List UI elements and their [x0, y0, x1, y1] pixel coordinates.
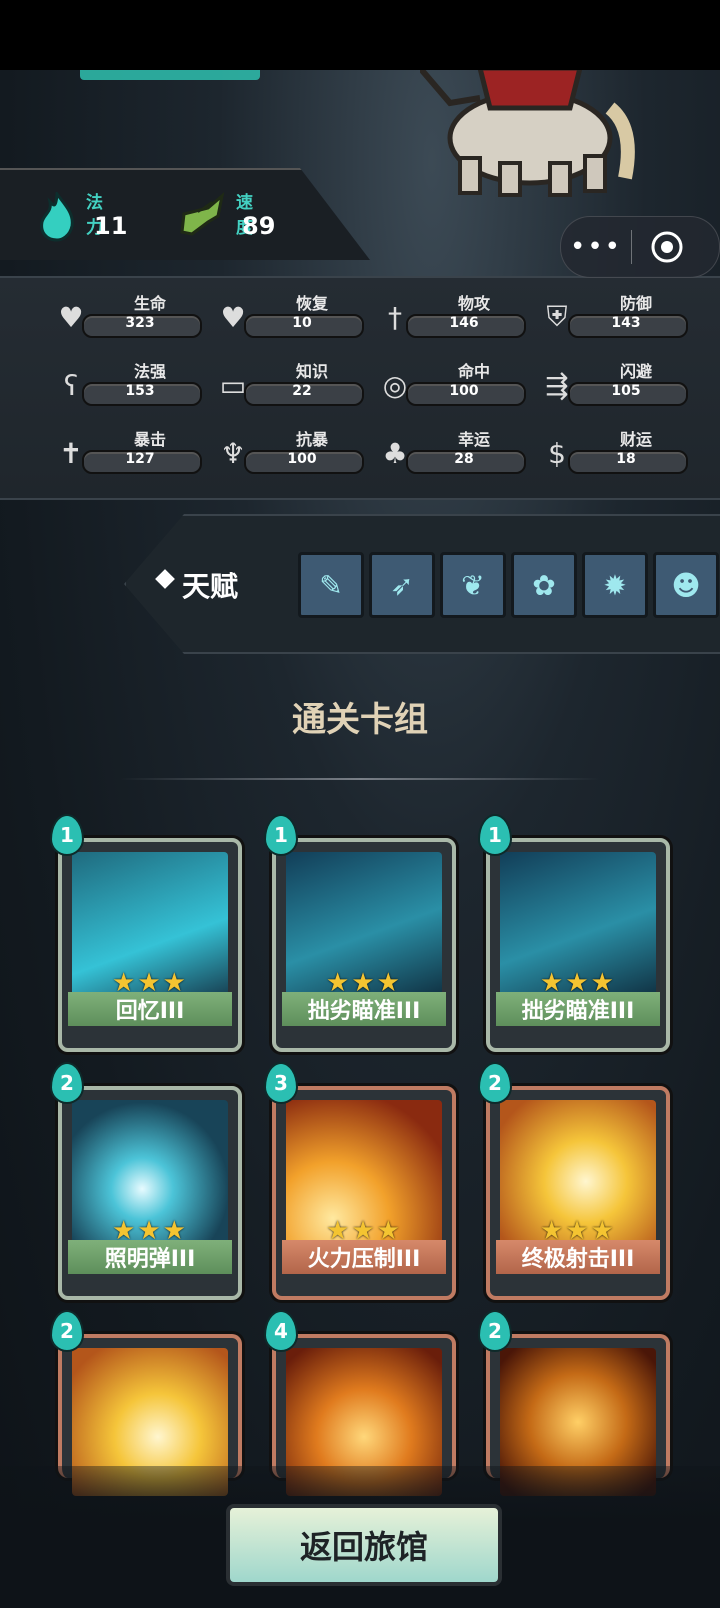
stat-value: 127 — [125, 451, 155, 467]
mana-cost-badge: 1 — [50, 814, 84, 856]
deck-card[interactable] — [486, 1334, 670, 1496]
mana-cost-badge: 2 — [478, 1310, 512, 1352]
stat-label: 命中 — [457, 362, 490, 381]
deck-card[interactable]: ★★★ 回忆III — [58, 838, 242, 1052]
deck-card[interactable]: ★★★ 终极射击III — [486, 1086, 670, 1300]
sprout-icon[interactable]: ✿ — [511, 552, 577, 618]
mana-cost-badge: 3 — [264, 1062, 298, 1104]
stat-label: 恢复 — [295, 294, 328, 313]
deck-title: 通关卡组 — [292, 700, 428, 740]
stat-label: 法强 — [133, 362, 166, 381]
stat-crit-resist: ♆ 抗暴 100 — [212, 426, 364, 476]
deck-card[interactable] — [58, 1334, 242, 1496]
stat-value: 105 — [611, 383, 641, 399]
attribute-stats-band: ♥ 生命 323 ♥ 恢复 10 † 物攻 146 ⛨ 防御 143 ʕ 法强 153 ▭ 知识 22 … — [0, 276, 720, 500]
card-name: 照明弹III — [68, 1240, 232, 1274]
stat-value: 22 — [292, 383, 312, 399]
talent-label: 天赋 — [182, 570, 239, 603]
stat-value: 323 — [125, 315, 155, 331]
target-circle-icon — [651, 231, 683, 263]
stat-hp: ♥ 生命 323 — [50, 290, 202, 340]
stat-luck: ♣ 幸运 28 — [374, 426, 526, 476]
scroll-icon[interactable]: ✎ — [298, 552, 364, 618]
mana-flame-icon — [40, 192, 74, 242]
mount-creature — [420, 68, 635, 197]
game-screen: ••• 法力 11 速度 89 ♥ 生命 323 ♥ 恢复 10 † 物攻 14… — [0, 0, 720, 1608]
stat-value: 100 — [287, 451, 317, 467]
stat-dodge: ⇶ 闪避 105 — [536, 358, 688, 408]
stat-label: 物攻 — [457, 294, 490, 313]
divider — [120, 778, 600, 780]
stat-value: 18 — [616, 451, 636, 467]
close-program-button[interactable] — [632, 230, 702, 264]
card-name: 拙劣瞄准III — [282, 992, 446, 1026]
stat-value: 143 — [611, 315, 641, 331]
spiky-icon[interactable]: ✹ — [582, 552, 648, 618]
return-inn-button[interactable]: 返回旅馆 — [226, 1504, 502, 1586]
deck-card[interactable]: ★★★ 拙劣瞄准III — [272, 838, 456, 1052]
card-name: 回忆III — [68, 992, 232, 1026]
deck-card[interactable]: ★★★ 拙劣瞄准III — [486, 838, 670, 1052]
deck-card[interactable]: ★★★ 照明弹III — [58, 1086, 242, 1300]
speed-value: 89 — [242, 212, 276, 240]
more-options-button[interactable]: ••• — [561, 232, 631, 262]
stat-value: 10 — [292, 315, 312, 331]
stat-value: 100 — [449, 383, 479, 399]
mana-cost-badge: 1 — [478, 814, 512, 856]
stat-knowledge: ▭ 知识 22 — [212, 358, 364, 408]
card-name: 拙劣瞄准III — [496, 992, 660, 1026]
mana-value: 11 — [94, 212, 128, 240]
mana-cost-badge: 2 — [50, 1062, 84, 1104]
branch-icon[interactable]: ❦ — [440, 552, 506, 618]
mini-program-capsule: ••• — [560, 216, 720, 278]
stat-label: 生命 — [133, 294, 166, 313]
stat-crit: ✝ 暴击 127 — [50, 426, 202, 476]
stat-label: 防御 — [619, 294, 652, 313]
stat-label: 财运 — [619, 430, 652, 449]
stat-fortune: $ 财运 18 — [536, 426, 688, 476]
stat-magic: ʕ 法强 153 — [50, 358, 202, 408]
mana-cost-badge: 1 — [264, 814, 298, 856]
stat-value: 146 — [449, 315, 479, 331]
stat-accuracy: ◎ 命中 100 — [374, 358, 526, 408]
stat-regen: ♥ 恢复 10 — [212, 290, 364, 340]
stat-defense: ⛨ 防御 143 — [536, 290, 688, 340]
mana-cost-badge: 2 — [50, 1310, 84, 1352]
stat-label: 抗暴 — [295, 430, 328, 449]
deck-card[interactable] — [272, 1334, 456, 1496]
card-name: 终极射击III — [496, 1240, 660, 1274]
stat-label: 知识 — [295, 362, 328, 381]
stat-attack: † 物攻 146 — [374, 290, 526, 340]
deck-card[interactable]: ★★★ 火力压制III — [272, 1086, 456, 1300]
status-bar — [0, 0, 720, 70]
mana-cost-badge: 4 — [264, 1310, 298, 1352]
pumpkin-icon[interactable]: ☻ — [653, 552, 719, 618]
top-stats-panel: 法力 11 速度 89 — [0, 168, 370, 260]
card-name: 火力压制III — [282, 1240, 446, 1274]
stat-value: 153 — [125, 383, 155, 399]
stat-label: 闪避 — [619, 362, 652, 381]
stat-label: 幸运 — [457, 430, 490, 449]
stat-value: 28 — [454, 451, 474, 467]
stat-label: 暴击 — [133, 430, 166, 449]
winged-boot-icon — [180, 192, 225, 236]
mana-cost-badge: 2 — [478, 1062, 512, 1104]
bow-icon[interactable]: ➶ — [369, 552, 435, 618]
